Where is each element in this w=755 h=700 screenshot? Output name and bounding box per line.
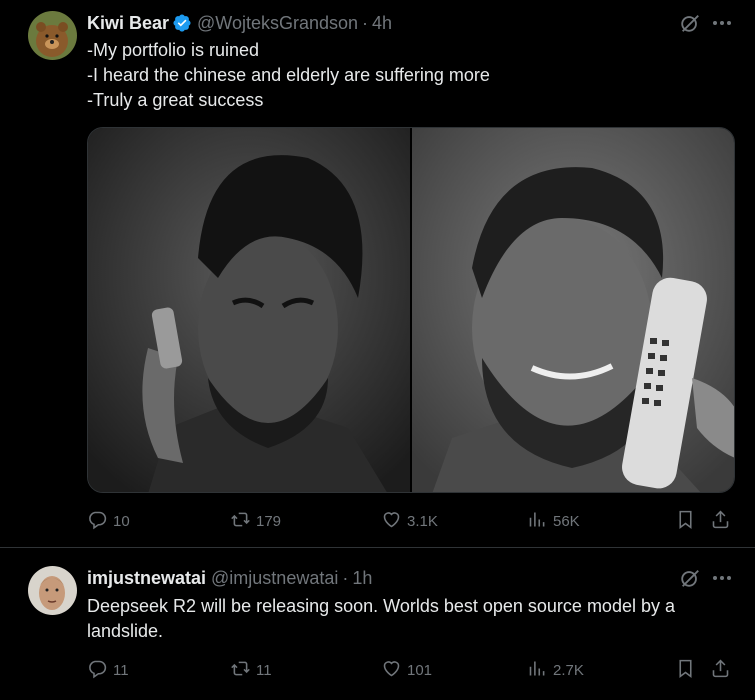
repost-count: 11 <box>256 661 272 679</box>
tweet-header: Kiwi Bear @WojteksGrandson · 4h <box>87 12 392 34</box>
repost-count: 179 <box>256 512 282 530</box>
tweet-actions: 11 11 101 2.7K <box>87 658 737 682</box>
views-count: 2.7K <box>553 661 584 679</box>
grok-icon[interactable] <box>679 567 701 589</box>
verified-badge-icon <box>172 13 192 33</box>
tweet-time[interactable]: 4h <box>372 13 392 34</box>
share-button[interactable] <box>710 509 731 533</box>
reply-button[interactable]: 11 <box>87 658 129 682</box>
views-button[interactable]: 2.7K <box>527 658 584 682</box>
tweet-time[interactable]: 1h <box>352 568 372 589</box>
tweet-text: -My portfolio is ruined -I heard the chi… <box>87 38 715 113</box>
like-button[interactable]: 101 <box>381 658 432 682</box>
author-name[interactable]: imjustnewatai <box>87 568 206 589</box>
reply-count: 11 <box>113 661 129 679</box>
like-icon <box>381 509 402 534</box>
repost-button[interactable]: 179 <box>230 509 281 533</box>
views-count: 56K <box>553 512 580 530</box>
more-icon[interactable] <box>711 12 733 34</box>
share-icon <box>710 658 731 683</box>
tweet-header: imjustnewatai @imjustnewatai · 1h <box>87 567 372 589</box>
share-button[interactable] <box>710 658 731 682</box>
reply-icon <box>87 658 108 683</box>
reply-button[interactable]: 10 <box>87 509 130 533</box>
reply-icon <box>87 509 108 534</box>
separator-dot: · <box>342 567 349 588</box>
tweet-line: -I heard the chinese and elderly are suf… <box>87 65 490 85</box>
bookmark-button[interactable] <box>675 509 696 533</box>
repost-button[interactable]: 11 <box>230 658 272 682</box>
tweet-actions: 10 179 3.1K 56K <box>87 509 737 533</box>
share-icon <box>710 509 731 534</box>
like-button[interactable]: 3.1K <box>381 509 438 533</box>
more-icon[interactable] <box>711 567 733 589</box>
reply-count: 10 <box>113 512 130 530</box>
author-handle[interactable]: @imjustnewatai <box>211 568 338 589</box>
repost-icon <box>230 658 251 683</box>
like-count: 101 <box>407 661 433 679</box>
views-icon <box>527 658 548 683</box>
bookmark-icon <box>675 658 696 683</box>
repost-icon <box>230 509 251 534</box>
views-icon <box>527 509 548 534</box>
author-handle[interactable]: @WojteksGrandson <box>197 13 358 34</box>
author-name[interactable]: Kiwi Bear <box>87 13 169 34</box>
media-image-right[interactable] <box>412 128 734 492</box>
avatar-imjustnewatai[interactable] <box>28 566 77 615</box>
bookmark-icon <box>675 509 696 534</box>
bookmark-button[interactable] <box>675 658 696 682</box>
tweet-media[interactable] <box>87 127 735 493</box>
grok-icon[interactable] <box>679 12 701 34</box>
like-icon <box>381 658 402 683</box>
media-image-left[interactable] <box>88 128 410 492</box>
avatar-kiwi-bear[interactable] <box>28 11 77 60</box>
views-button[interactable]: 56K <box>527 509 580 533</box>
tweet-text: Deepseek R2 will be releasing soon. Worl… <box>87 596 675 641</box>
like-count: 3.1K <box>407 512 438 530</box>
tweet-line: -My portfolio is ruined <box>87 40 260 60</box>
separator-dot: · <box>362 12 369 33</box>
tweet-line: -Truly a great success <box>87 90 264 110</box>
